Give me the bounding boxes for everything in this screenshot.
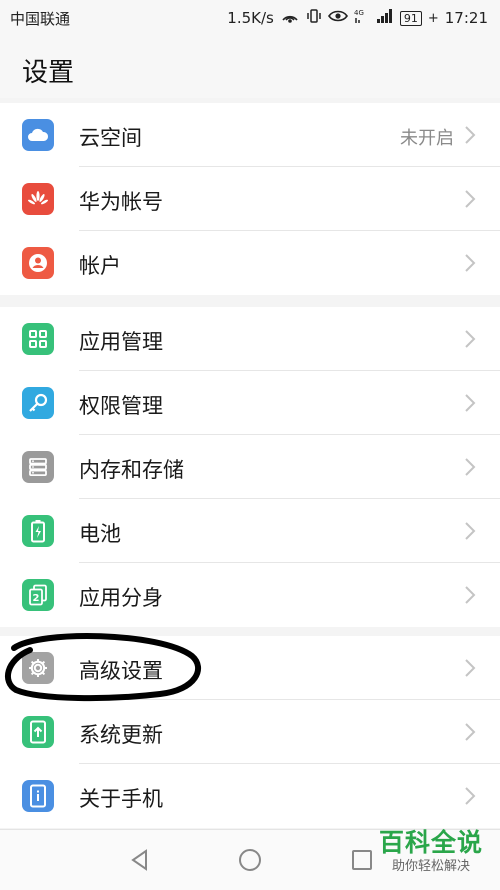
charging-plus-icon: + bbox=[427, 10, 439, 26]
settings-group-device: 应用管理 权限管理 内存和存储 电池 2 应用分身 bbox=[0, 307, 500, 627]
chevron-right-icon bbox=[465, 787, 476, 805]
settings-item-system-update[interactable]: 系统更新 bbox=[0, 700, 500, 764]
settings-item-app-management[interactable]: 应用管理 bbox=[0, 307, 500, 371]
settings-group-account: 云空间 未开启 华为帐号 帐户 bbox=[0, 103, 500, 295]
settings-item-label: 华为帐号 bbox=[79, 190, 163, 214]
watermark-subtitle: 助你轻松解决 bbox=[391, 859, 470, 874]
settings-item-label: 应用管理 bbox=[79, 330, 163, 354]
svg-text:2: 2 bbox=[33, 593, 40, 604]
eye-icon bbox=[327, 9, 348, 27]
storage-icon bbox=[22, 451, 54, 483]
chevron-right-icon bbox=[465, 723, 476, 741]
page-title: 设置 bbox=[22, 58, 75, 88]
4g-signal-icon: 4G bbox=[354, 8, 370, 28]
settings-item-label: 应用分身 bbox=[79, 586, 163, 610]
gear-icon bbox=[22, 652, 54, 684]
chevron-right-icon bbox=[465, 659, 476, 677]
settings-group-system: 高级设置 系统更新 关于手机 bbox=[0, 636, 500, 828]
settings-item-advanced-settings[interactable]: 高级设置 bbox=[0, 636, 500, 700]
system-update-icon bbox=[22, 716, 54, 748]
phone-info-icon bbox=[22, 780, 54, 812]
chevron-right-icon bbox=[465, 458, 476, 476]
chevron-right-icon bbox=[465, 126, 476, 144]
settings-item-battery[interactable]: 电池 bbox=[0, 499, 500, 563]
chevron-right-icon bbox=[465, 394, 476, 412]
settings-item-huawei-account[interactable]: 华为帐号 bbox=[0, 167, 500, 231]
settings-item-storage[interactable]: 内存和存储 bbox=[0, 435, 500, 499]
watermark: 百科全说 助你轻松解决 bbox=[372, 828, 490, 883]
settings-item-label: 帐户 bbox=[79, 254, 121, 278]
chevron-right-icon bbox=[465, 190, 476, 208]
chevron-right-icon bbox=[465, 254, 476, 272]
settings-item-accounts[interactable]: 帐户 bbox=[0, 231, 500, 295]
settings-item-label: 关于手机 bbox=[79, 787, 163, 811]
signal-bars-icon bbox=[376, 8, 394, 28]
settings-item-cloud[interactable]: 云空间 未开启 bbox=[0, 103, 500, 167]
chevron-right-icon bbox=[465, 330, 476, 348]
settings-item-permissions[interactable]: 权限管理 bbox=[0, 371, 500, 435]
battery-level: 91 bbox=[399, 10, 422, 26]
user-icon bbox=[22, 247, 54, 279]
cloud-icon bbox=[22, 119, 54, 151]
svg-text:4G: 4G bbox=[354, 9, 364, 17]
grid-icon bbox=[22, 323, 54, 355]
settings-item-label: 高级设置 bbox=[79, 659, 163, 683]
settings-item-value: 未开启 bbox=[400, 128, 454, 149]
settings-item-app-twin[interactable]: 2 应用分身 bbox=[0, 563, 500, 627]
hotspot-icon bbox=[280, 8, 300, 28]
settings-item-about-phone[interactable]: 关于手机 bbox=[0, 764, 500, 828]
settings-item-label: 云空间 bbox=[79, 126, 142, 150]
chevron-right-icon bbox=[465, 586, 476, 604]
app-twin-icon: 2 bbox=[22, 579, 54, 611]
vibrate-icon bbox=[306, 8, 322, 28]
key-icon bbox=[22, 387, 54, 419]
status-time: 17:21 bbox=[444, 9, 488, 27]
chevron-right-icon bbox=[465, 522, 476, 540]
settings-item-label: 电池 bbox=[79, 522, 121, 546]
settings-item-label: 系统更新 bbox=[79, 723, 163, 747]
carrier-name: 中国联通 bbox=[10, 10, 71, 28]
battery-icon bbox=[22, 515, 54, 547]
network-speed: 1.5K/s bbox=[227, 9, 274, 27]
back-icon[interactable] bbox=[126, 846, 154, 874]
status-bar: 中国联通 1.5K/s 4G 91 + 17:21 bbox=[0, 0, 500, 36]
home-icon[interactable] bbox=[236, 846, 264, 874]
settings-item-label: 内存和存储 bbox=[79, 458, 184, 482]
header: 设置 bbox=[0, 36, 500, 98]
watermark-title: 百科全说 bbox=[378, 828, 483, 857]
settings-item-label: 权限管理 bbox=[79, 394, 163, 418]
status-icons: 1.5K/s 4G 91 + 17:21 bbox=[227, 8, 488, 28]
huawei-logo-icon bbox=[22, 183, 54, 215]
